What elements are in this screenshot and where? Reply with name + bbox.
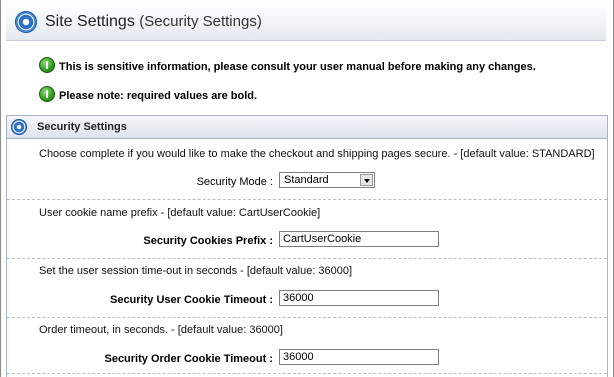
order-cookie-timeout-label: Security Order Cookie Timeout :	[104, 353, 273, 365]
divider	[7, 317, 607, 318]
info-icon	[39, 57, 55, 73]
page-title-main: Site Settings	[45, 13, 135, 30]
cookies-prefix-description: User cookie name prefix - [default value…	[39, 207, 321, 219]
chevron-down-icon[interactable]	[360, 174, 373, 186]
security-settings-panel: Security Settings Choose complete if you…	[6, 115, 608, 377]
order-cookie-timeout-description: Order timeout, in seconds. - [default va…	[39, 324, 283, 336]
order-cookie-timeout-input[interactable]	[279, 349, 439, 365]
notice-text: This is sensitive information, please co…	[59, 61, 536, 73]
divider	[7, 258, 607, 259]
section-title: Security Settings	[37, 121, 127, 133]
security-mode-select[interactable]: Standard	[279, 172, 375, 188]
cookies-prefix-label: Security Cookies Prefix :	[143, 235, 273, 247]
page-title: Site Settings (Security Settings)	[45, 13, 262, 31]
security-mode-value: Standard	[284, 174, 329, 186]
security-mode-label: Security Mode :	[196, 176, 273, 188]
gear-icon	[15, 11, 37, 33]
page-header: Site Settings (Security Settings)	[6, 4, 606, 41]
section-header: Security Settings	[7, 115, 607, 139]
divider	[7, 199, 607, 200]
notice-required: Please note: required values are bold.	[39, 86, 257, 102]
security-mode-description: Choose complete if you would like to mak…	[39, 148, 595, 160]
user-cookie-timeout-input[interactable]	[279, 290, 439, 306]
page-title-subtitle: (Security Settings)	[139, 13, 262, 30]
notice-text: Please note: required values are bold.	[59, 90, 258, 102]
gear-icon	[11, 119, 27, 135]
notice-sensitive: This is sensitive information, please co…	[39, 57, 536, 73]
cookies-prefix-input[interactable]	[279, 231, 439, 247]
info-icon	[39, 86, 55, 102]
user-cookie-timeout-label: Security User Cookie Timeout :	[109, 294, 273, 306]
user-cookie-timeout-description: Set the user session time-out in seconds…	[39, 265, 353, 277]
divider	[7, 373, 607, 374]
